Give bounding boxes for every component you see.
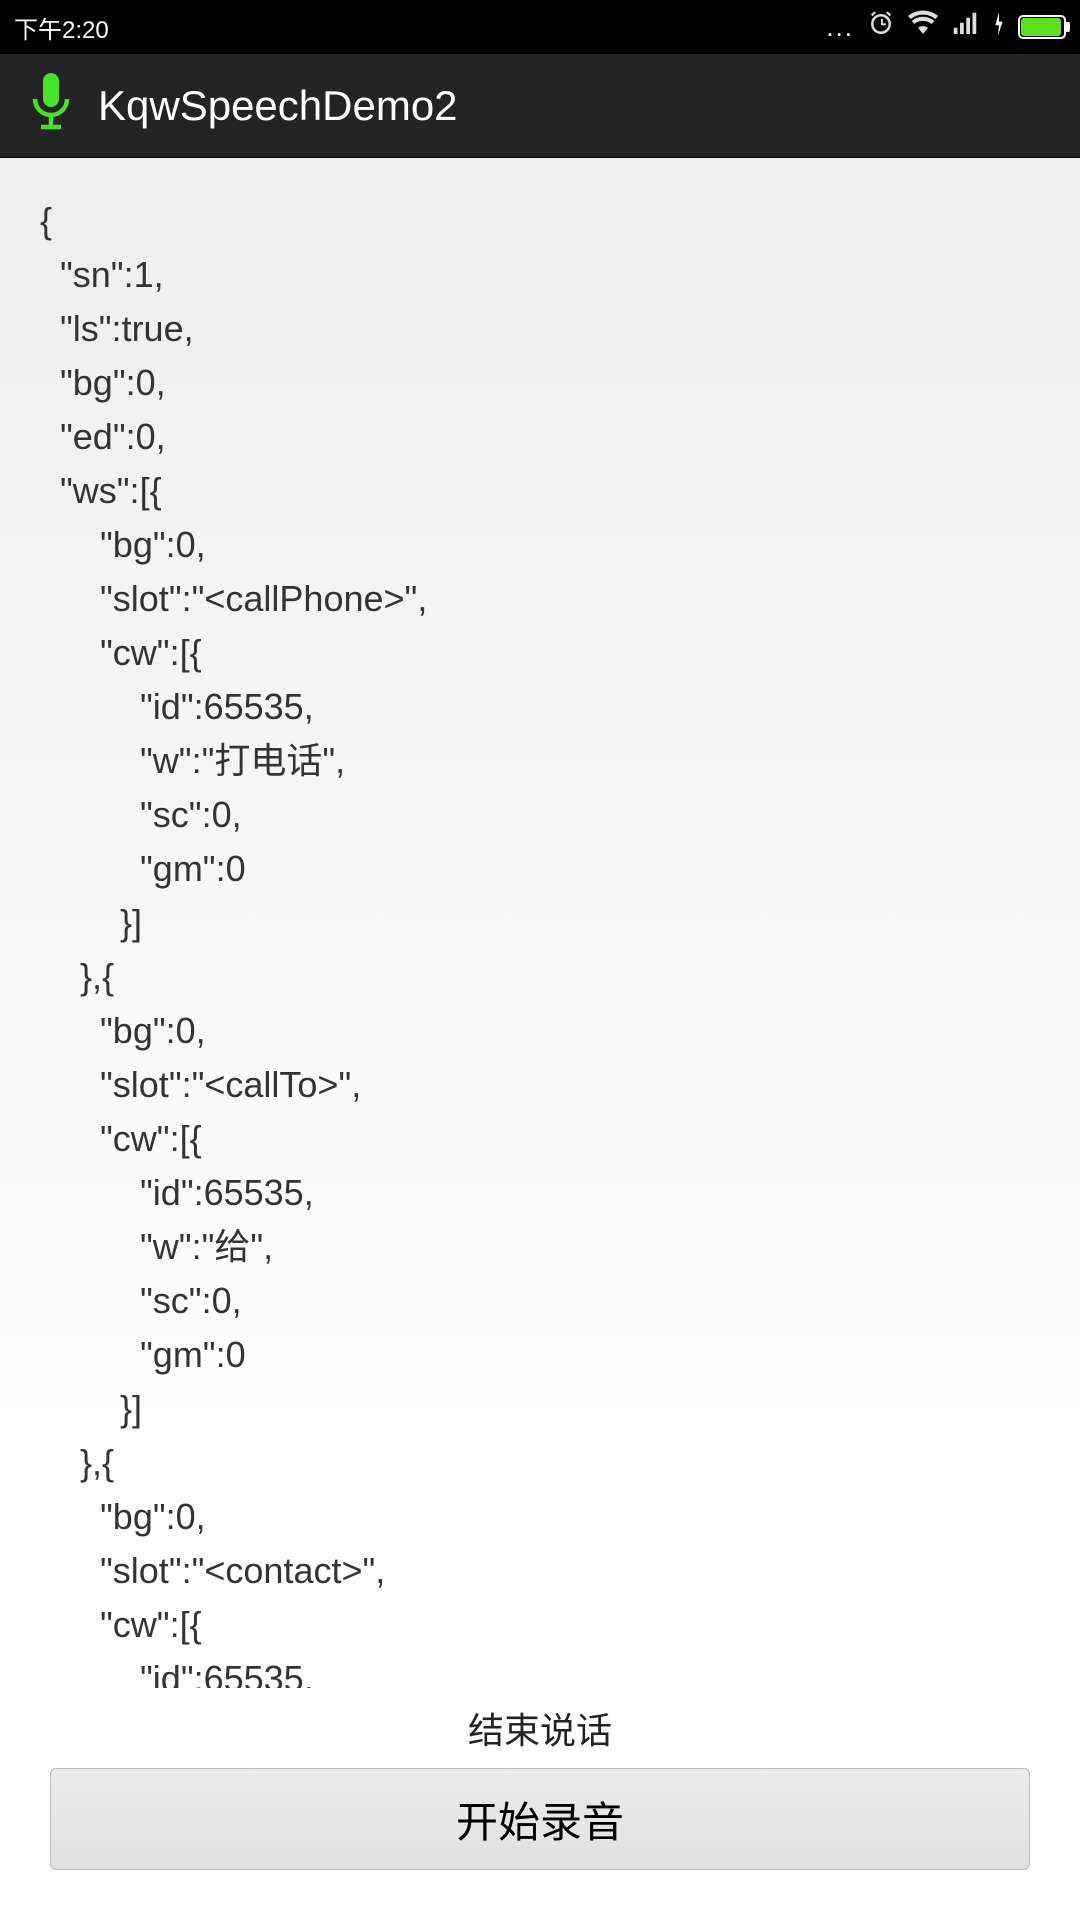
app-title: KqwSpeechDemo2 bbox=[98, 82, 458, 130]
microphone-icon bbox=[26, 73, 76, 138]
content-area[interactable]: { "sn":1, "ls":true, "bg":0, "ed":0, "ws… bbox=[0, 158, 1080, 1688]
alarm-icon bbox=[866, 9, 896, 46]
status-time: 下午2:20 bbox=[14, 10, 109, 45]
status-bar: 下午2:20 ... bbox=[0, 0, 1080, 54]
button-area: 开始录音 bbox=[0, 1768, 1080, 1920]
start-record-button[interactable]: 开始录音 bbox=[50, 1768, 1030, 1870]
status-icons: ... bbox=[826, 9, 1066, 46]
more-icon: ... bbox=[826, 12, 854, 43]
charging-icon bbox=[992, 12, 1006, 42]
json-output-text: { "sn":1, "ls":true, "bg":0, "ed":0, "ws… bbox=[40, 194, 1040, 1688]
battery-icon bbox=[1018, 15, 1066, 39]
status-text: 结束说话 bbox=[0, 1688, 1080, 1768]
signal-icon bbox=[950, 9, 980, 46]
wifi-icon bbox=[908, 9, 938, 46]
app-bar: KqwSpeechDemo2 bbox=[0, 54, 1080, 158]
